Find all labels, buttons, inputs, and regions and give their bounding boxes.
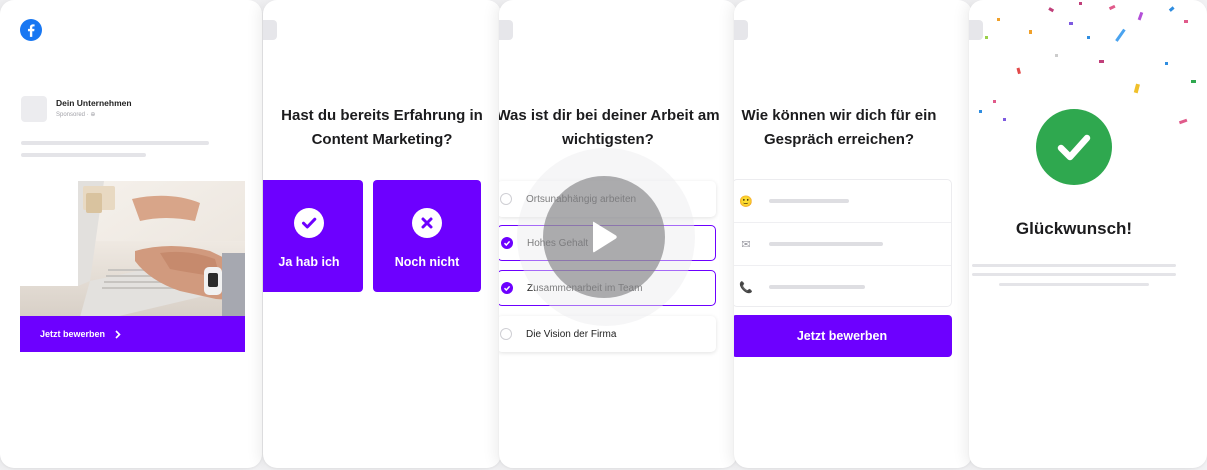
- company-name: Dein Unternehmen: [56, 98, 132, 108]
- checkbox-checked[interactable]: [501, 237, 513, 249]
- text-placeholder-line: [999, 283, 1149, 286]
- submit-button[interactable]: Jetzt bewerben: [734, 315, 952, 357]
- check-circle-icon: [1036, 109, 1112, 185]
- option-label: Noch nicht: [394, 255, 460, 269]
- question-title: Hast du bereits Erfahrung in Content Mar…: [281, 107, 483, 148]
- checkbox[interactable]: [500, 193, 512, 205]
- facebook-logo-icon: [20, 19, 42, 41]
- text-placeholder-line: [972, 273, 1176, 276]
- funnel-showcase: Dein Unternehmen Sponsored · ⊕ Jetzt bew…: [0, 0, 1207, 470]
- question-title: Was ist dir bei deiner Arbeit am wichtig…: [499, 107, 720, 148]
- field-placeholder-line: [769, 242, 883, 246]
- success-panel: Glückwunsch!: [969, 0, 1207, 468]
- question-panel-priorities: Was ist dir bei deiner Arbeit am wichtig…: [499, 0, 737, 468]
- text-placeholder-line: [21, 141, 209, 145]
- smiley-icon: 🙂: [739, 195, 753, 208]
- field-placeholder-line: [769, 199, 849, 203]
- option-label: Ja hab ich: [278, 255, 340, 269]
- x-circle-icon: [412, 208, 442, 238]
- option-yes-button[interactable]: Ja hab ich: [263, 180, 363, 292]
- success-title: Glückwunsch!: [1015, 219, 1133, 238]
- video-play-button[interactable]: [543, 176, 665, 298]
- text-placeholder-line: [972, 264, 1176, 267]
- avatar: [21, 96, 47, 122]
- facebook-ad-panel: Dein Unternehmen Sponsored · ⊕ Jetzt bew…: [0, 0, 262, 468]
- contact-form: 🙂 ✉ 📞: [734, 179, 952, 307]
- phone-field[interactable]: 📞: [734, 266, 951, 308]
- field-placeholder-line: [769, 285, 865, 289]
- ad-cta-button[interactable]: Jetzt bewerben: [20, 316, 245, 352]
- name-field[interactable]: 🙂: [734, 180, 951, 222]
- envelope-icon: ✉: [741, 238, 751, 251]
- contact-form-panel: Wie können wir dich für ein Gespräch err…: [734, 0, 972, 468]
- text-placeholder-line: [21, 153, 146, 157]
- ad-image: [20, 181, 245, 317]
- play-icon: [593, 221, 617, 253]
- question-panel-experience: Hast du bereits Erfahrung in Content Mar…: [263, 0, 501, 468]
- option-label: Die Vision der Firma: [526, 328, 617, 340]
- ad-cta-label: Jetzt bewerben: [40, 329, 106, 339]
- panel-tab: [734, 20, 748, 40]
- option-no-button[interactable]: Noch nicht: [373, 180, 481, 292]
- sponsored-label: Sponsored · ⊕: [56, 112, 96, 118]
- check-circle-icon: [294, 208, 324, 238]
- phone-icon: 📞: [739, 281, 753, 294]
- panel-tab: [263, 20, 277, 40]
- chevron-right-icon: [115, 329, 121, 339]
- email-field[interactable]: ✉: [734, 223, 951, 265]
- question-title: Wie können wir dich für ein Gespräch err…: [741, 107, 937, 148]
- checkbox-checked[interactable]: [501, 282, 513, 294]
- panel-tab: [499, 20, 513, 40]
- checkbox[interactable]: [500, 328, 512, 340]
